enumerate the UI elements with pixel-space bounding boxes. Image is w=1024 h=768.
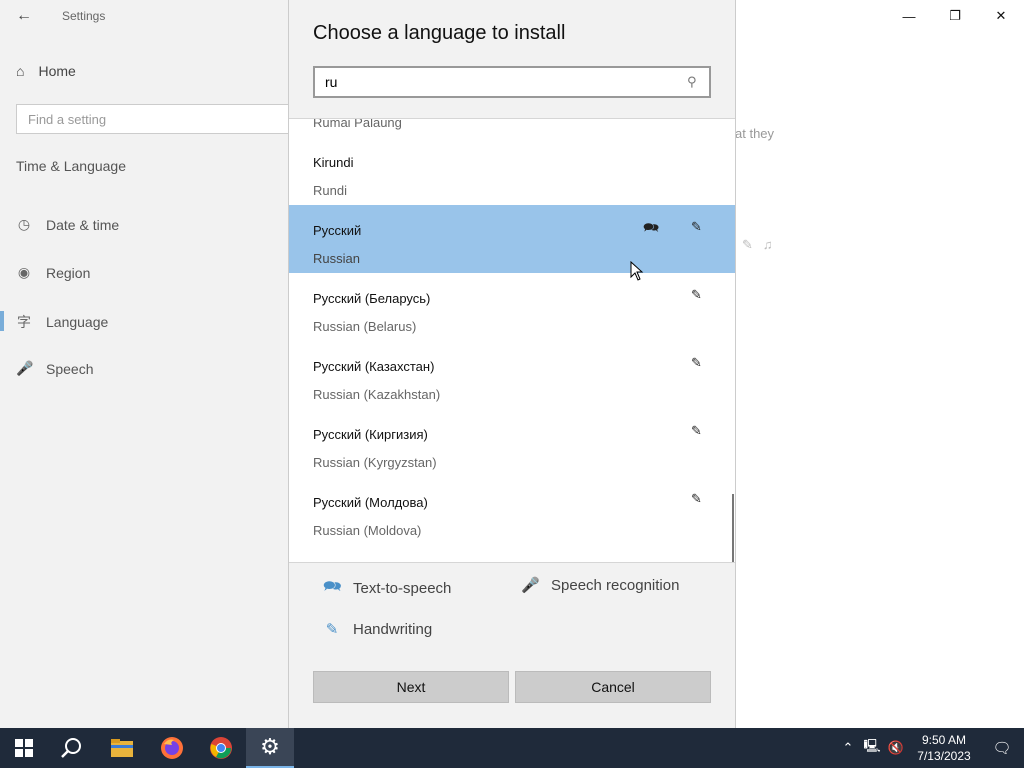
sidebar-item-label: Date & time	[46, 216, 120, 233]
language-native-name: Русский (Молдова)	[313, 495, 428, 510]
language-install-dialog: Choose a language to install ⚲ ရုမိုင်ပလ…	[288, 0, 736, 728]
search-button[interactable]	[48, 728, 96, 768]
language-native-name: Русский (Киргизия)	[313, 427, 428, 442]
system-tray: ⌃ 🖳 🔇 9:50 AM 7/13/2023 🗨	[836, 728, 1024, 768]
language-list-item[interactable]: Русский Russian 🗪 ✎	[289, 205, 735, 273]
sidebar-item-label: Language	[46, 314, 109, 330]
settings-taskbar-button[interactable]: ⚙	[246, 728, 294, 768]
legend-handwriting-label: Handwriting	[353, 620, 433, 638]
legend-speech-label: Speech recognition	[551, 576, 680, 594]
next-button[interactable]: Next	[313, 671, 509, 703]
microphone-icon: 🎤	[521, 577, 540, 594]
scrollbar[interactable]	[732, 494, 734, 562]
nav-home[interactable]: ⌂ Home	[16, 63, 76, 79]
clock-time: 9:50 AM	[921, 733, 967, 747]
notification-icon[interactable]: 🗨	[980, 739, 1024, 757]
clock-date: 7/13/2023	[917, 749, 971, 763]
close-button[interactable]: ✕	[978, 0, 1024, 32]
gear-icon: ⚙	[260, 734, 280, 759]
legend-tts: 🗪 Text-to-speech	[323, 576, 451, 601]
mouse-cursor-icon	[630, 261, 644, 281]
minimize-button[interactable]: —	[886, 0, 932, 32]
main-feature-icons: ✎ ♫	[742, 237, 773, 253]
file-explorer-button[interactable]	[98, 728, 146, 768]
handwriting-icon: ✎	[742, 237, 753, 252]
language-icon: 字	[17, 314, 31, 330]
firefox-icon	[161, 737, 183, 759]
globe-icon: ◉	[17, 264, 31, 280]
network-icon[interactable]: 🖳	[860, 737, 884, 759]
divider	[289, 562, 735, 563]
language-native-name: Русский	[313, 223, 362, 238]
language-list-item[interactable]: Русский (Беларусь) Russian (Belarus) ✎	[289, 273, 735, 341]
chrome-button[interactable]	[197, 728, 245, 768]
microphone-icon: 🎤	[16, 360, 34, 376]
legend-tts-label: Text-to-speech	[353, 580, 452, 597]
volume-muted-icon[interactable]: 🔇	[884, 740, 908, 756]
language-list-item[interactable]: Русский (Молдова) Russian (Moldova) ✎	[289, 477, 735, 545]
handwriting-icon: ✎	[691, 423, 702, 438]
text-to-speech-icon: 🗪	[643, 220, 660, 235]
section-title: Time & Language	[16, 158, 126, 174]
language-list[interactable]: ရုမိုင်ပလောင်Rumai Palaung Kirundi Rundi Ру…	[289, 119, 735, 562]
cancel-button[interactable]: Cancel	[515, 671, 711, 703]
text-to-speech-icon: 🗪	[323, 578, 342, 595]
window-title: Settings	[62, 9, 106, 23]
active-indicator	[0, 311, 4, 331]
nav-home-label: Home	[38, 63, 76, 79]
language-english-name: Rundi	[313, 183, 347, 198]
handwriting-icon: ✎	[691, 491, 702, 506]
language-list-item[interactable]: ရုမိုင်ပလောင်Rumai Palaung	[289, 119, 735, 137]
main-partial-text: at they	[735, 126, 775, 141]
language-english-name: Russian (Moldova)	[313, 523, 422, 538]
sidebar-item-label: Region	[46, 264, 91, 281]
taskbar: ⚙ ⌃ 🖳 🔇 9:50 AM 7/13/2023 🗨	[0, 728, 1024, 768]
language-native-name: Kirundi	[313, 155, 354, 170]
legend-handwriting: ✎ Handwriting	[323, 620, 433, 639]
language-english-name: Russian	[313, 251, 360, 266]
chrome-icon	[210, 737, 232, 759]
sidebar-item-label: Speech	[46, 360, 94, 377]
handwriting-icon: ✎	[691, 219, 702, 234]
language-list-item[interactable]: Русский (Казахстан) Russian (Kazakhstan) ✎	[289, 341, 735, 409]
language-list-item[interactable]: Kirundi Rundi	[289, 137, 735, 205]
language-native-name: Русский (Беларусь)	[313, 291, 431, 306]
calendar-clock-icon: ◷	[17, 216, 31, 232]
firefox-button[interactable]	[148, 728, 196, 768]
language-native-name: Русский (Казахстан)	[313, 359, 435, 374]
language-english-name: Russian (Kyrgyzstan)	[313, 455, 437, 470]
language-english-name: Rumai Palaung	[313, 119, 402, 130]
clock[interactable]: 9:50 AM 7/13/2023	[908, 732, 980, 764]
language-english-name: Russian (Kazakhstan)	[313, 387, 441, 402]
handwriting-icon: ✎	[691, 287, 702, 302]
folder-icon	[111, 739, 133, 757]
language-english-name: Russian (Belarus)	[313, 319, 417, 334]
handwriting-icon: ✎	[691, 355, 702, 370]
restore-button[interactable]: ❐	[932, 0, 978, 32]
sidebar-item-speech[interactable]: 🎤 Speech	[16, 360, 93, 377]
sidebar-item-language[interactable]: 字 Language	[16, 312, 108, 332]
home-icon: ⌂	[16, 63, 25, 79]
handwriting-icon: ✎	[325, 621, 339, 638]
language-search-input[interactable]	[313, 66, 711, 98]
dialog-title: Choose a language to install	[313, 22, 566, 44]
back-arrow-icon[interactable]: ←	[14, 6, 34, 26]
sidebar-item-date-time[interactable]: ◷ Date & time	[16, 216, 119, 233]
language-list-item[interactable]: Русский (Киргизия) Russian (Kyrgyzstan) ✎	[289, 409, 735, 477]
speech-icon: ♫	[762, 237, 773, 252]
start-button[interactable]	[0, 728, 48, 768]
legend-speech: 🎤 Speech recognition	[521, 576, 680, 595]
settings-sidebar: ← Settings ⌂ Home Find a setting Time & …	[0, 0, 294, 728]
window-controls: — ❐ ✕	[886, 0, 1024, 32]
chevron-up-icon[interactable]: ⌃	[836, 740, 860, 756]
search-icon	[61, 738, 81, 758]
settings-search-input[interactable]: Find a setting	[16, 104, 294, 134]
sidebar-item-region[interactable]: ◉ Region	[16, 264, 90, 281]
windows-logo-icon	[15, 739, 33, 757]
search-icon[interactable]: ⚲	[687, 74, 697, 90]
